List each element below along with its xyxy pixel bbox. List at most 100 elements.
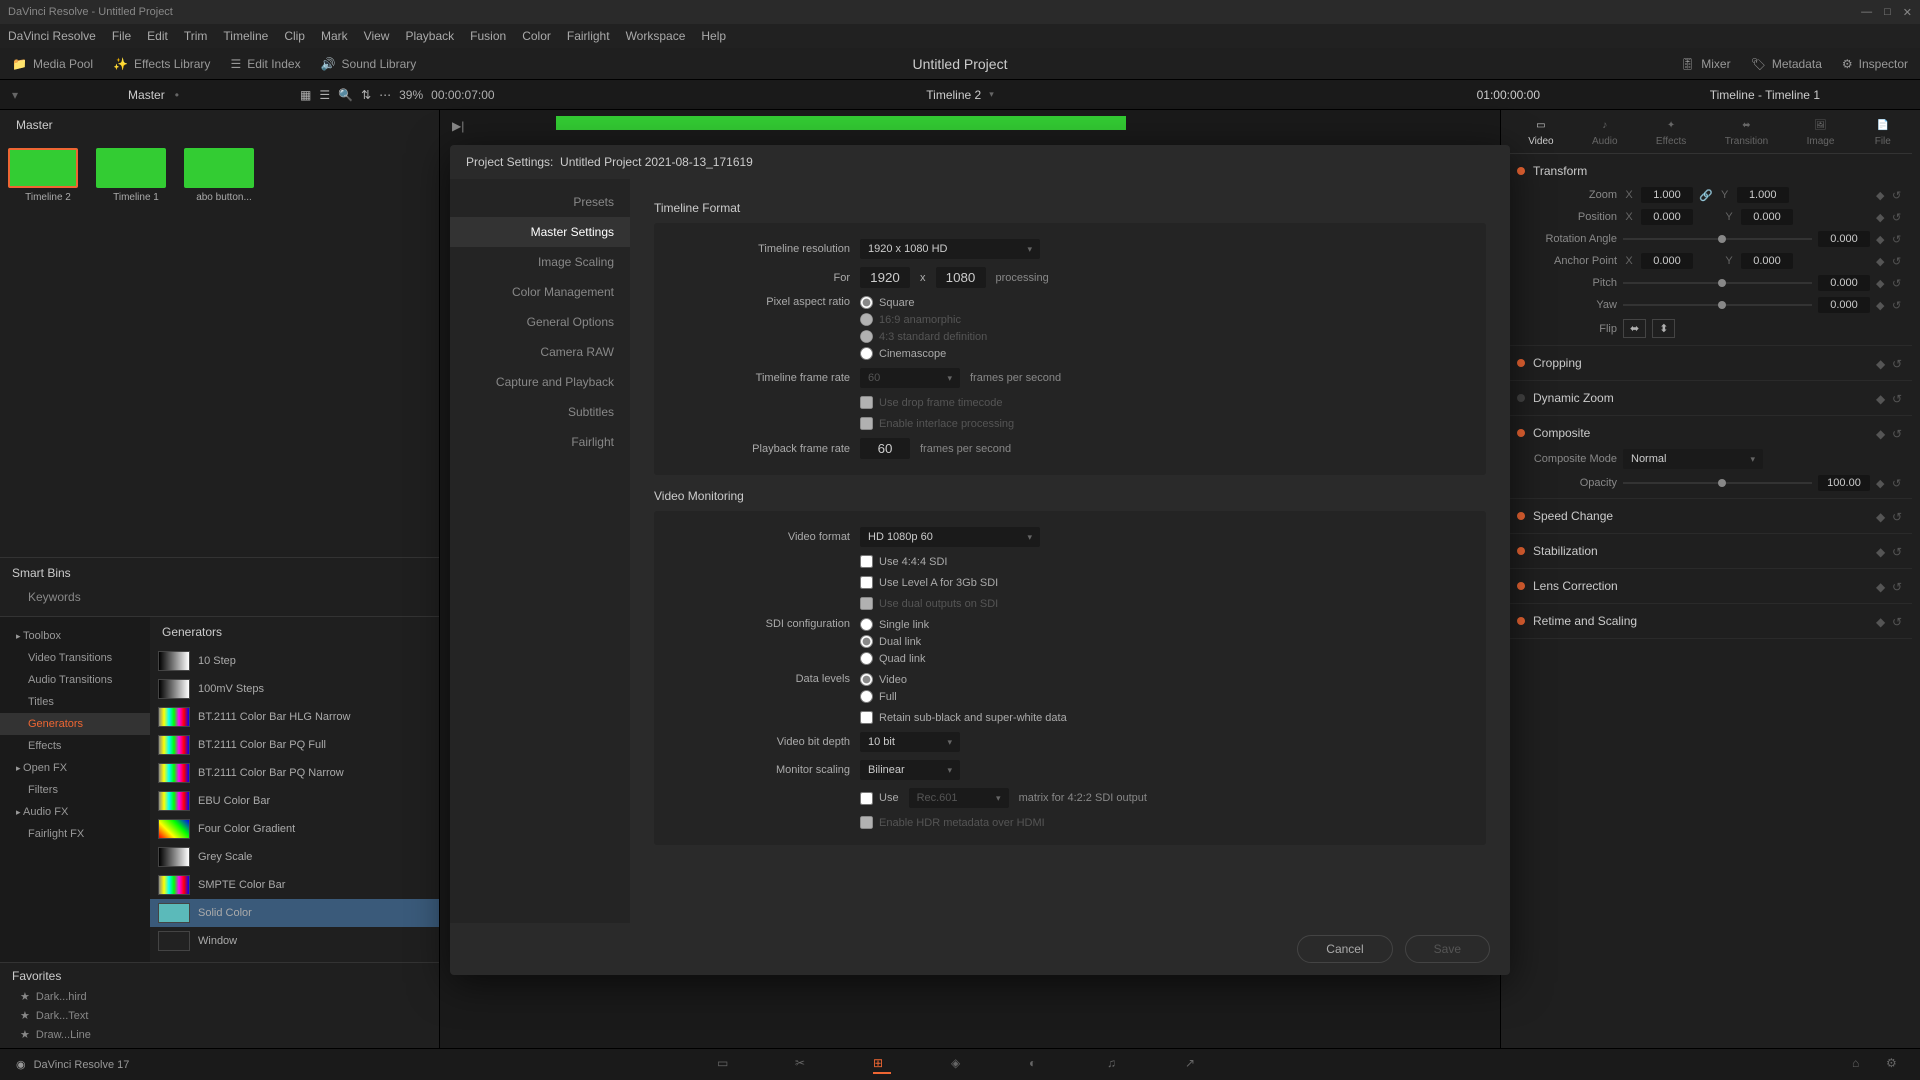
dual-out-checkbox[interactable]: Use dual outputs on SDI xyxy=(860,597,998,610)
keyframe-icon[interactable]: ◆ xyxy=(1876,357,1888,369)
use-444-checkbox[interactable]: Use 4:4:4 SDI xyxy=(860,555,947,568)
generator-item[interactable]: BT.2111 Color Bar PQ Narrow xyxy=(150,759,439,787)
metadata-button[interactable]: 🏷 Metadata xyxy=(1751,57,1822,71)
toolbox-nav-item[interactable]: Titles xyxy=(0,691,150,713)
reset-icon[interactable]: ↺ xyxy=(1892,211,1904,223)
tab-transition[interactable]: ⬌Transition xyxy=(1725,120,1769,147)
zoom-x-input[interactable]: 1.000 xyxy=(1641,187,1693,203)
hdr-checkbox[interactable]: Enable HDR metadata over HDMI xyxy=(860,816,1045,829)
generator-item[interactable]: Grey Scale xyxy=(150,843,439,871)
reset-icon[interactable]: ↺ xyxy=(1892,233,1904,245)
media-page-icon[interactable]: ▭ xyxy=(717,1056,735,1074)
mixer-button[interactable]: 🎚 Mixer xyxy=(1680,57,1731,71)
media-pool-button[interactable]: 📁 Media Pool xyxy=(12,57,93,71)
toolbox-nav-item[interactable]: Toolbox xyxy=(0,625,150,647)
par-radio[interactable]: Square xyxy=(860,296,987,309)
retain-checkbox[interactable]: Retain sub-black and super-white data xyxy=(860,711,1067,724)
tab-file[interactable]: 📄File xyxy=(1873,120,1893,147)
reset-icon[interactable]: ↺ xyxy=(1892,299,1904,311)
yaw-slider[interactable] xyxy=(1623,304,1812,306)
anchor-y-input[interactable]: 0.000 xyxy=(1741,253,1793,269)
section-header[interactable]: Dynamic Zoom◆↺ xyxy=(1509,385,1912,411)
effects-library-button[interactable]: ✨ Effects Library xyxy=(113,57,210,71)
keyframe-icon[interactable]: ◆ xyxy=(1876,392,1888,404)
drop-frame-checkbox[interactable]: Use drop frame timecode xyxy=(860,396,1003,409)
menu-item[interactable]: Workspace xyxy=(626,29,686,43)
zoom-y-input[interactable]: 1.000 xyxy=(1737,187,1789,203)
pitch-slider[interactable] xyxy=(1623,282,1812,284)
sdi-radio[interactable]: Dual link xyxy=(860,635,929,648)
menu-item[interactable]: File xyxy=(112,29,131,43)
menu-item[interactable]: Clip xyxy=(284,29,305,43)
generator-item[interactable]: BT.2111 Color Bar HLG Narrow xyxy=(150,703,439,731)
home-icon[interactable]: ⌂ xyxy=(1852,1056,1870,1074)
pos-x-input[interactable]: 0.000 xyxy=(1641,209,1693,225)
fusion-page-icon[interactable]: ◈ xyxy=(951,1056,969,1074)
menu-item[interactable]: Edit xyxy=(147,29,168,43)
dialog-sidebar-item[interactable]: Camera RAW xyxy=(450,337,630,367)
yaw-input[interactable]: 0.000 xyxy=(1818,297,1870,313)
section-header[interactable]: Stabilization◆↺ xyxy=(1509,538,1912,564)
toolbox-nav-item[interactable]: Effects xyxy=(0,735,150,757)
inspector-button[interactable]: ⚙ Inspector xyxy=(1842,57,1908,71)
sdi-radio[interactable]: Quad link xyxy=(860,652,929,665)
interlace-checkbox[interactable]: Enable interlace processing xyxy=(860,417,1014,430)
keyframe-icon[interactable]: ◆ xyxy=(1876,277,1888,289)
generator-item[interactable]: BT.2111 Color Bar PQ Full xyxy=(150,731,439,759)
keyframe-icon[interactable]: ◆ xyxy=(1876,477,1888,489)
use-matrix-checkbox[interactable]: Use xyxy=(860,792,899,805)
menu-item[interactable]: Playback xyxy=(405,29,454,43)
framerate-select[interactable]: 60▾ xyxy=(860,368,960,388)
timeline-name[interactable]: Timeline 2 xyxy=(926,88,981,102)
toolbox-nav-item[interactable]: Fairlight FX xyxy=(0,823,150,845)
menu-item[interactable]: Timeline xyxy=(223,29,268,43)
dialog-sidebar-item[interactable]: Master Settings xyxy=(450,217,630,247)
keyframe-icon[interactable]: ◆ xyxy=(1876,427,1888,439)
keyframe-icon[interactable]: ◆ xyxy=(1876,299,1888,311)
toolbox-nav-item[interactable]: Open FX xyxy=(0,757,150,779)
search-icon[interactable]: 🔍 xyxy=(338,88,353,102)
datalvl-radio[interactable]: Video xyxy=(860,673,907,686)
color-page-icon[interactable]: ◐ xyxy=(1029,1056,1047,1074)
reset-icon[interactable]: ↺ xyxy=(1892,580,1904,592)
close-icon[interactable]: ✕ xyxy=(1903,6,1912,19)
keyframe-icon[interactable]: ◆ xyxy=(1876,255,1888,267)
sort-icon[interactable]: ⇅ xyxy=(361,88,371,102)
tab-audio[interactable]: ♪Audio xyxy=(1592,120,1618,147)
section-header[interactable]: Cropping◆↺ xyxy=(1509,350,1912,376)
generator-item[interactable]: EBU Color Bar xyxy=(150,787,439,815)
minimize-icon[interactable]: — xyxy=(1861,6,1872,19)
section-header[interactable]: Retime and Scaling◆↺ xyxy=(1509,608,1912,634)
dialog-sidebar-item[interactable]: Capture and Playback xyxy=(450,367,630,397)
clip-thumb[interactable]: Timeline 2 xyxy=(8,148,88,203)
tab-image[interactable]: 🖼Image xyxy=(1807,120,1835,147)
flip-h-button[interactable]: ⬌ xyxy=(1623,319,1646,338)
height-input[interactable] xyxy=(936,267,986,288)
master-tab[interactable]: Master xyxy=(0,110,439,140)
generator-item[interactable]: Window xyxy=(150,927,439,955)
maximize-icon[interactable]: □ xyxy=(1884,6,1891,19)
reset-icon[interactable]: ↺ xyxy=(1892,392,1904,404)
resolution-select[interactable]: 1920 x 1080 HD▾ xyxy=(860,239,1040,259)
tab-video[interactable]: ▭Video xyxy=(1528,120,1553,147)
reset-icon[interactable]: ↺ xyxy=(1892,615,1904,627)
level-a-checkbox[interactable]: Use Level A for 3Gb SDI xyxy=(860,576,998,589)
edit-page-icon[interactable]: ⊞ xyxy=(873,1056,891,1074)
toolbox-nav-item[interactable]: Generators xyxy=(0,713,150,735)
dialog-sidebar-item[interactable]: Presets xyxy=(450,187,630,217)
clip-thumb[interactable]: Timeline 1 xyxy=(96,148,176,203)
reset-icon[interactable]: ↺ xyxy=(1892,545,1904,557)
menu-item[interactable]: Help xyxy=(701,29,726,43)
keyframe-icon[interactable]: ◆ xyxy=(1876,580,1888,592)
composite-mode-select[interactable]: Normal▾ xyxy=(1623,449,1763,469)
par-radio[interactable]: Cinemascope xyxy=(860,347,987,360)
anchor-x-input[interactable]: 0.000 xyxy=(1641,253,1693,269)
smart-bin-item[interactable]: Keywords xyxy=(12,586,427,608)
toolbox-nav-item[interactable]: Video Transitions xyxy=(0,647,150,669)
generator-item[interactable]: Four Color Gradient xyxy=(150,815,439,843)
chevron-down-icon[interactable]: ▾ xyxy=(989,89,994,100)
more-icon[interactable]: ⋯ xyxy=(379,88,391,102)
keyframe-icon[interactable]: ◆ xyxy=(1876,510,1888,522)
matrix-select[interactable]: Rec.601▾ xyxy=(909,788,1009,808)
section-header[interactable]: Speed Change◆↺ xyxy=(1509,503,1912,529)
